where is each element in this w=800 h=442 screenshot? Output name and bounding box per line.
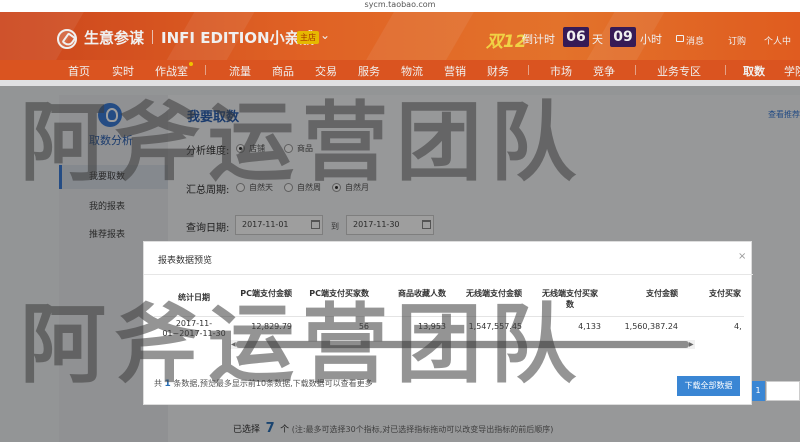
cell-payment: 1,560,387.24 xyxy=(624,322,678,331)
col-header-payment: 支付金额 xyxy=(646,289,678,298)
close-icon[interactable]: × xyxy=(738,251,746,262)
pagination-next[interactable] xyxy=(766,381,800,401)
pagination-current[interactable]: 1 xyxy=(751,381,765,401)
cell-paying-buyers: 4, xyxy=(734,322,742,331)
scroll-right-icon[interactable]: ▶ xyxy=(689,341,694,348)
watermark-bottom: 阿斧运营团队 xyxy=(20,295,584,395)
modal-title: 报表数据预览 xyxy=(158,256,213,266)
watermark-top: 阿斧运营团队 xyxy=(20,93,584,193)
browser-url: sycm.taobao.com xyxy=(0,0,800,12)
download-all-button[interactable]: 下载全部数据 xyxy=(677,376,740,396)
col-header-paying-buyers: 支付买家 xyxy=(709,289,741,298)
